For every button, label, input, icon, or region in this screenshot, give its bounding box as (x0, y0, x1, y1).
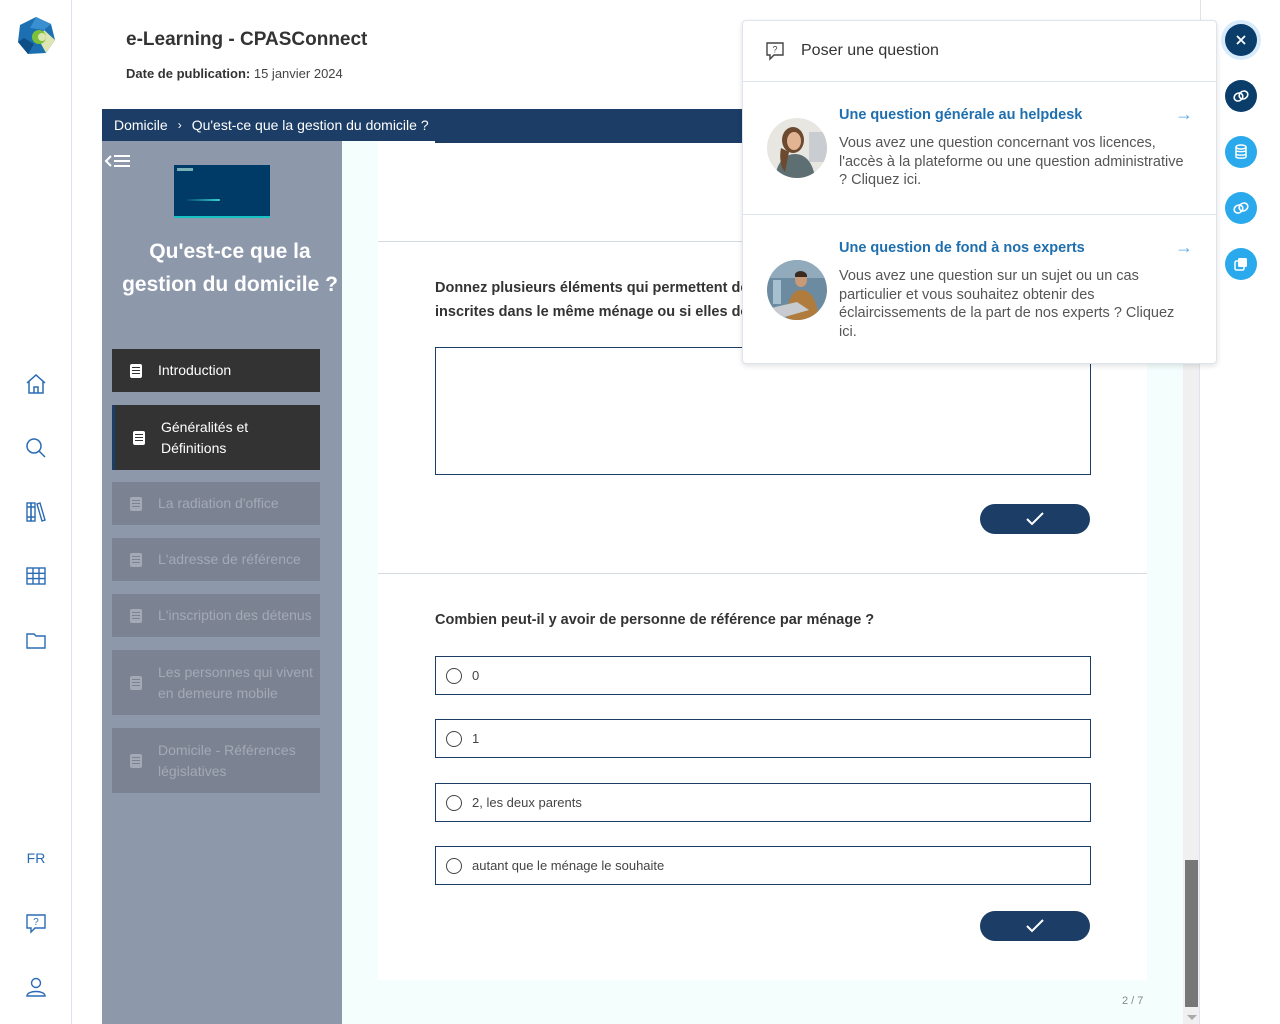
chapter-label: Généralités et Définitions (161, 418, 249, 456)
check-icon (1026, 512, 1044, 526)
popup-title: Poser une question (801, 42, 939, 59)
publication-label: Date de publication: (126, 66, 251, 81)
answer-option[interactable]: 2, les deux parents (435, 783, 1091, 822)
divider (378, 573, 1147, 574)
document-icon (130, 552, 142, 567)
document-icon (130, 496, 142, 511)
cpas-logo[interactable] (16, 16, 56, 56)
left-rail: FR ? (0, 0, 72, 1024)
breadcrumb-item[interactable]: Qu'est-ce que la gestion du domicile ? (192, 117, 429, 133)
chevron-right-icon: › (177, 118, 182, 132)
radio-button[interactable] (446, 794, 462, 811)
link-icon (1233, 90, 1249, 102)
check-icon (1026, 919, 1044, 933)
document-icon (133, 430, 145, 445)
arrow-right-icon[interactable]: → (1175, 237, 1193, 258)
breadcrumb-item[interactable]: Domicile (114, 117, 168, 133)
expert-avatar (767, 260, 827, 320)
chapter-label: Domicile - Références législatives (158, 741, 296, 779)
helpdesk-avatar (767, 118, 827, 178)
chapter-detenus[interactable]: L'inscription des détenus (112, 594, 320, 637)
chapter-label: Les personnes qui vivent en demeure mobi… (158, 663, 313, 701)
library-icon[interactable] (22, 498, 50, 526)
link-button-2[interactable] (1225, 192, 1257, 224)
publication-date-value: 15 janvier 2024 (253, 66, 343, 81)
course-sidebar: Qu'est-ce que la gestion du domicile ? I… (102, 141, 342, 1024)
radio-button[interactable] (446, 667, 462, 684)
option-label: 2, les deux parents (472, 795, 582, 810)
document-icon (130, 753, 142, 768)
close-icon (1236, 35, 1246, 45)
radio-button[interactable] (446, 857, 462, 874)
chapter-label: La radiation d'office (158, 495, 279, 511)
page-title: e-Learning - CPASConnect (126, 29, 368, 50)
expert-question-option[interactable]: Une question de fond à nos experts Vous … (743, 214, 1216, 346)
arrow-right-icon[interactable]: → (1175, 104, 1193, 125)
answer-option[interactable]: autant que le ménage le souhaite (435, 846, 1091, 885)
answer-option[interactable]: 0 (435, 656, 1091, 695)
course-thumbnail (174, 165, 270, 218)
database-button[interactable] (1225, 136, 1257, 168)
svg-text:?: ? (33, 917, 39, 928)
database-icon (1235, 144, 1247, 159)
answer-textarea[interactable] (435, 347, 1091, 475)
scrollbar-thumb[interactable] (1185, 860, 1198, 1007)
question-2-text: Combien peut-il y avoir de personne de r… (435, 612, 875, 628)
option-label: autant que le ménage le souhaite (472, 858, 665, 873)
chapter-label: L'inscription des détenus (158, 607, 312, 623)
svg-text:?: ? (772, 45, 777, 55)
grid-icon[interactable] (22, 562, 50, 590)
search-icon[interactable] (22, 434, 50, 462)
popup-header: ? Poser une question (743, 21, 1216, 82)
chapter-radiation[interactable]: La radiation d'office (112, 482, 320, 525)
folder-icon[interactable] (22, 626, 50, 654)
help-question-icon[interactable]: ? (22, 909, 50, 937)
option-label: 0 (472, 668, 480, 683)
chapter-demeure-mobile[interactable]: Les personnes qui vivent en demeure mobi… (112, 650, 320, 715)
question-bubble-icon: ? (766, 42, 784, 61)
helpdesk-title[interactable]: Une question générale au helpdesk (839, 107, 1082, 123)
home-icon[interactable] (22, 370, 50, 398)
chapter-label: Introduction (158, 362, 232, 378)
submit-answer-1-button[interactable] (980, 504, 1090, 534)
copy-button[interactable] (1225, 248, 1257, 280)
chapter-adresse-reference[interactable]: L'adresse de référence (112, 538, 320, 581)
link-icon (1233, 202, 1249, 214)
chapter-references-legislatives[interactable]: Domicile - Références législatives (112, 728, 320, 793)
collapse-menu-icon[interactable] (104, 153, 132, 171)
page-counter: 2 / 7 (1122, 995, 1144, 1007)
document-icon (130, 675, 142, 690)
course-title: Qu'est-ce que la gestion du domicile ? (122, 240, 338, 296)
radio-button[interactable] (446, 730, 462, 747)
publication-date: Date de publication: 15 janvier 2024 (126, 66, 343, 81)
expert-title[interactable]: Une question de fond à nos experts (839, 240, 1085, 256)
ask-question-popup: ? Poser une question Une question généra… (742, 20, 1217, 364)
expert-description: Vous avez une question sur un sujet ou u… (839, 268, 1175, 340)
language-selector[interactable]: FR (18, 850, 54, 866)
submit-answer-2-button[interactable] (980, 911, 1090, 941)
option-label: 1 (472, 731, 480, 746)
user-icon[interactable] (22, 973, 50, 1001)
scroll-down-arrow[interactable] (1187, 1015, 1197, 1020)
answer-option[interactable]: 1 (435, 719, 1091, 758)
helpdesk-description: Vous avez une question concernant vos li… (839, 135, 1184, 188)
chapter-generalites[interactable]: Généralités et Définitions (112, 405, 320, 470)
chapter-label: L'adresse de référence (158, 551, 301, 567)
chapter-introduction[interactable]: Introduction (112, 349, 320, 392)
helpdesk-question-option[interactable]: Une question générale au helpdesk Vous a… (743, 82, 1216, 214)
close-button[interactable] (1225, 24, 1257, 56)
document-icon (130, 363, 142, 378)
copy-icon (1234, 258, 1247, 271)
link-button[interactable] (1225, 80, 1257, 112)
document-icon (130, 608, 142, 623)
